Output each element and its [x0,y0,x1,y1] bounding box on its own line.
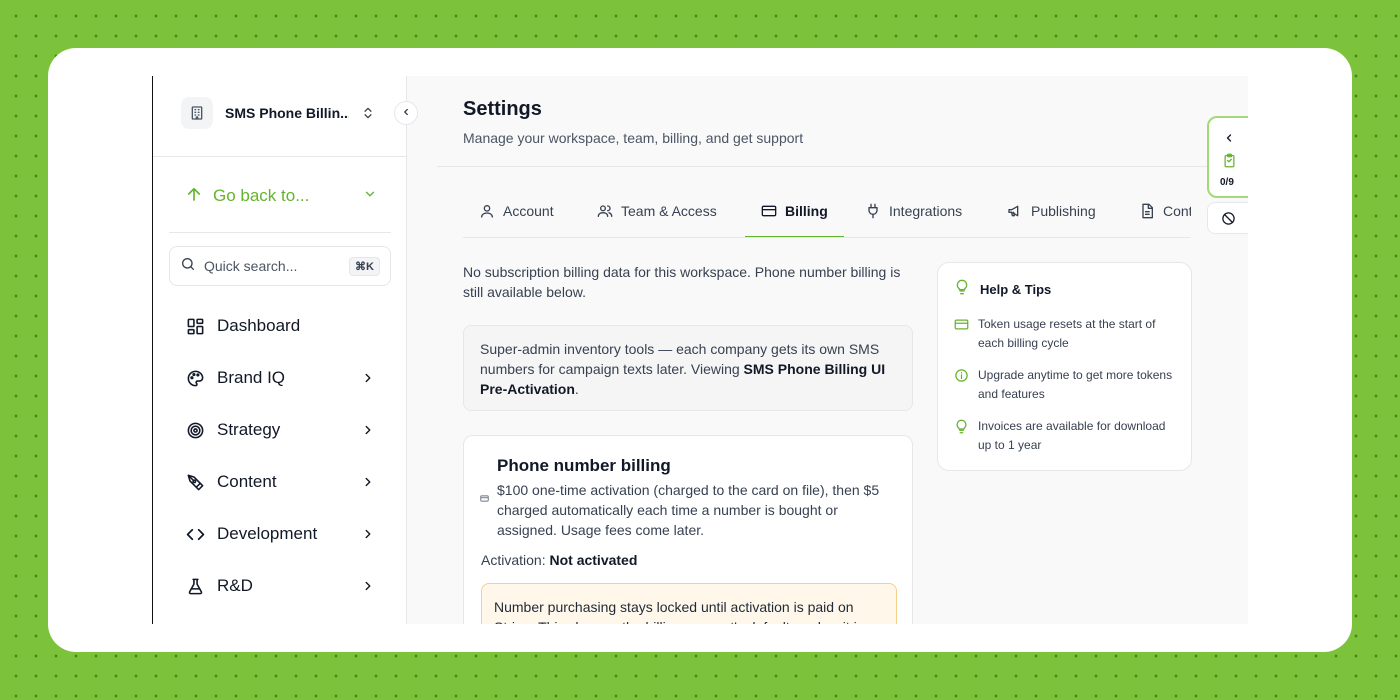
divider [169,232,391,233]
sidebar-item-dashboard[interactable]: Dashboard [185,312,375,340]
credit-card-icon [761,203,777,224]
tab-label: Cont [1163,203,1191,219]
tip-item: Token usage resets at the start of each … [954,315,1179,353]
chevron-right-icon [361,475,375,489]
clipboard-icon [1222,153,1237,173]
tab-label: Publishing [1031,203,1096,219]
quick-search-input[interactable]: Quick search... ⌘K [169,246,391,286]
phone-billing-description: $100 one-time activation (charged to the… [497,482,880,538]
tab-integrations[interactable]: Integrations [865,194,963,237]
tip-item: Invoices are available for download up t… [954,417,1179,455]
settings-tabs: Account Team & Access Billing Integratio… [463,194,1191,238]
chevron-right-icon [361,527,375,541]
activation-status: Activation: Not activated [481,552,637,568]
sidebar-item-label: Content [217,472,277,491]
workspace-switcher[interactable]: SMS Phone Billin... [181,96,381,130]
chevron-right-icon [361,371,375,385]
sidebar-item-label: R&D [217,576,253,595]
help-tips-panel: Help & Tips Token usage resets at the st… [937,262,1192,471]
tab-team-access[interactable]: Team & Access [597,194,717,237]
building-icon [181,97,213,129]
tips-title: Help & Tips [980,282,1052,297]
search-icon [180,256,196,277]
sidebar-item-label: Development [217,524,318,543]
checklist-widget[interactable]: 0/9 [1207,116,1248,198]
tab-label: Account [503,203,554,219]
tab-label: Billing [785,203,828,219]
tab-billing[interactable]: Billing [745,194,844,237]
tips-header: Help & Tips [954,279,1051,300]
code-icon [185,524,205,544]
divider [437,166,1248,167]
tab-label: Team & Access [621,203,717,219]
pen-tool-icon [185,472,205,492]
sidebar-item-rnd[interactable]: R&D [185,572,375,600]
info-icon [954,368,970,388]
chevrons-up-down-icon [361,106,375,120]
sidebar-item-brand-iq[interactable]: Brand IQ [185,364,375,392]
ban-icon [1221,211,1236,231]
flask-icon [185,576,205,596]
activation-value: Not activated [549,552,638,568]
user-icon [479,203,495,224]
dashboard-icon [185,316,205,336]
tip-text: Invoices are available for download up t… [978,419,1166,452]
sidebar-item-development[interactable]: Development [185,520,375,548]
tip-item: Upgrade anytime to get more tokens and f… [954,366,1179,404]
window-card: SMS Phone Billin... Go back to... Quick … [48,48,1352,652]
page-subtitle: Manage your workspace, team, billing, an… [463,130,804,146]
page-title: Settings [463,98,542,120]
card-small-icon [480,490,489,508]
billing-intro: No subscription billing data for this wo… [463,264,901,300]
target-icon [185,420,205,440]
main-content: Settings Manage your workspace, team, bi… [407,76,1248,624]
palette-icon [185,368,205,388]
sidebar-item-strategy[interactable]: Strategy [185,416,375,444]
lightbulb-icon [954,279,970,300]
sidebar: SMS Phone Billin... Go back to... Quick … [152,76,408,624]
megaphone-icon [1007,203,1023,224]
phone-billing-title: Phone number billing [497,456,671,475]
activation-warning: Number purchasing stays locked until act… [481,583,897,624]
users-icon [597,203,613,224]
plug-icon [865,203,881,224]
divider [153,156,408,157]
hide-widget-button[interactable] [1207,202,1248,234]
tip-text: Upgrade anytime to get more tokens and f… [978,368,1173,401]
collapse-sidebar-button[interactable] [394,101,418,125]
admin-notice: Super-admin inventory tools — each compa… [463,325,913,411]
admin-notice-suffix: . [574,381,579,397]
sidebar-item-label: Brand IQ [217,368,286,387]
workspace-name: SMS Phone Billin... [225,105,349,121]
app-frame: SMS Phone Billin... Go back to... Quick … [152,76,1248,624]
activation-label: Activation: [481,552,546,568]
chevron-left-icon[interactable] [1223,131,1235,149]
credit-card-icon [954,317,970,337]
go-back-label: Go back to... [213,186,310,205]
tab-account[interactable]: Account [479,194,554,237]
tab-content[interactable]: Cont [1139,194,1191,237]
phone-billing-card: Phone number billing $100 one-time activ… [463,435,913,624]
chevron-down-icon [363,187,377,206]
chevron-right-icon [361,579,375,593]
chevron-left-icon [401,104,411,122]
tab-publishing[interactable]: Publishing [1007,194,1096,237]
search-shortcut: ⌘K [349,256,380,276]
lightbulb-icon [954,419,970,439]
search-placeholder: Quick search... [204,258,298,274]
sidebar-item-content[interactable]: Content [185,468,375,496]
tip-text: Token usage resets at the start of each … [978,317,1156,350]
arrow-up-icon [185,185,203,208]
chevron-right-icon [361,423,375,437]
file-icon [1139,203,1155,224]
checklist-count: 0/9 [1220,177,1234,188]
sidebar-item-label: Strategy [217,420,281,439]
tab-label: Integrations [889,203,963,219]
go-back-button[interactable]: Go back to... [185,184,377,208]
sidebar-item-label: Dashboard [217,316,301,335]
